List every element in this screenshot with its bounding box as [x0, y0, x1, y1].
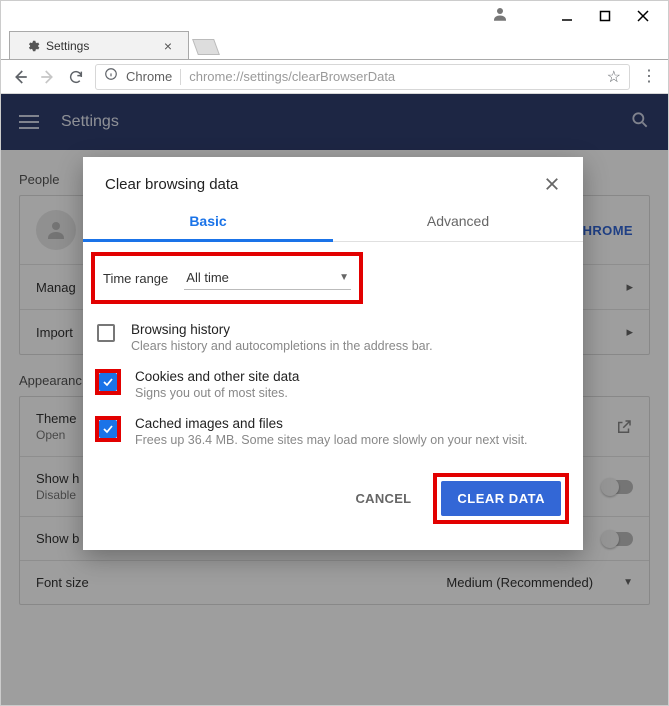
dialog-title: Clear browsing data: [105, 176, 543, 193]
address-bar[interactable]: Chrome chrome://settings/clearBrowserDat…: [95, 64, 630, 90]
clear-button-highlight: CLEAR DATA: [433, 473, 569, 524]
minimize-button[interactable]: [560, 9, 574, 23]
bookmark-star-icon[interactable]: ☆: [607, 67, 621, 87]
browser-menu-button[interactable]: ⋮: [640, 69, 658, 85]
select-value: All time: [186, 270, 229, 285]
close-window-button[interactable]: [636, 9, 650, 23]
url-text: chrome://settings/clearBrowserData: [189, 69, 598, 84]
clear-data-button[interactable]: CLEAR DATA: [441, 481, 561, 516]
checkbox-browsing-history[interactable]: [97, 324, 115, 342]
checkbox-cookies[interactable]: [99, 373, 117, 391]
reload-button[interactable]: [67, 68, 85, 86]
tab-basic[interactable]: Basic: [83, 201, 333, 242]
forward-button: [39, 68, 57, 86]
checkbox-cache[interactable]: [99, 420, 117, 438]
option-title: Cached images and files: [135, 416, 528, 431]
gear-icon: [26, 39, 40, 53]
time-range-select[interactable]: All time ▼: [184, 266, 351, 290]
option-desc: Signs you out of most sites.: [135, 386, 299, 400]
checkbox-highlight: [95, 369, 121, 395]
browser-tab[interactable]: Settings ×: [9, 31, 189, 59]
new-tab-button[interactable]: [192, 39, 220, 55]
option-title: Browsing history: [131, 322, 433, 337]
separator: [180, 69, 181, 85]
chevron-down-icon: ▼: [339, 272, 349, 283]
tab-advanced[interactable]: Advanced: [333, 201, 583, 242]
tab-title: Settings: [46, 39, 158, 53]
close-icon[interactable]: [543, 175, 561, 193]
checkbox-highlight: [95, 416, 121, 442]
clear-browsing-data-dialog: Clear browsing data Basic Advanced Time …: [83, 157, 583, 550]
back-button[interactable]: [11, 68, 29, 86]
time-range-label: Time range: [103, 271, 168, 286]
site-info-icon[interactable]: [104, 67, 118, 86]
profile-icon[interactable]: [491, 5, 509, 28]
time-range-highlight: Time range All time ▼: [91, 252, 363, 304]
option-desc: Clears history and autocompletions in th…: [131, 339, 433, 353]
maximize-button[interactable]: [598, 9, 612, 23]
option-desc: Frees up 36.4 MB. Some sites may load mo…: [135, 433, 528, 447]
url-chip: Chrome: [126, 69, 172, 84]
cancel-button[interactable]: CANCEL: [343, 483, 423, 514]
option-title: Cookies and other site data: [135, 369, 299, 384]
close-tab-icon[interactable]: ×: [164, 38, 172, 54]
